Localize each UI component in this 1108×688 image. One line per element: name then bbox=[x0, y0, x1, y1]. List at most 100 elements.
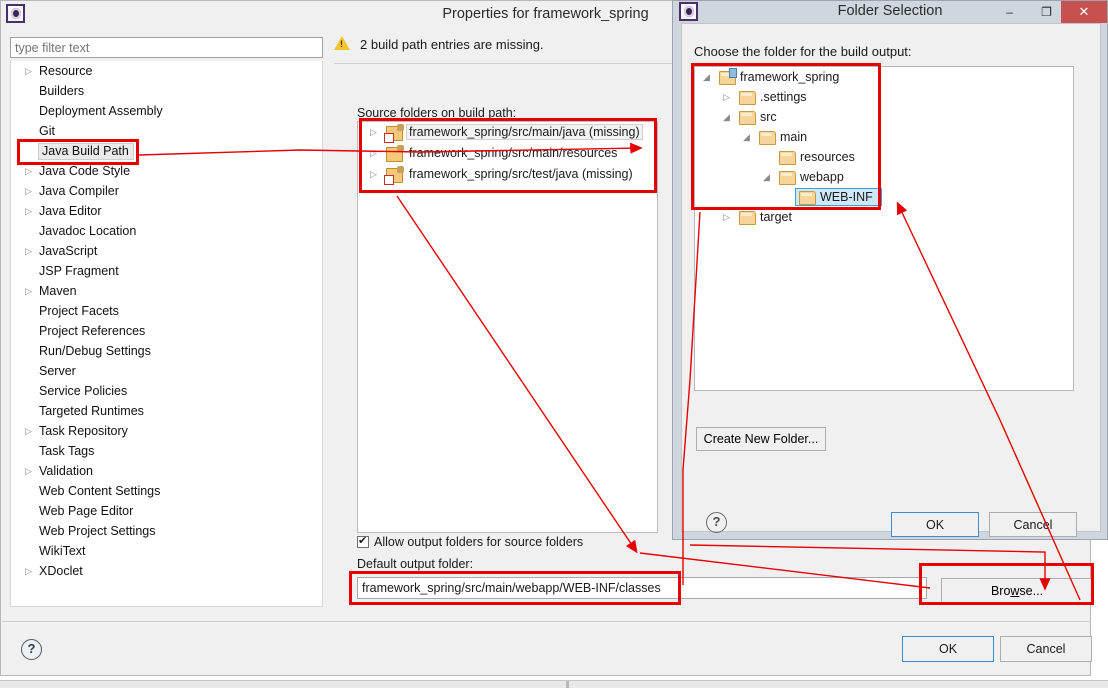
sidebar-item-label: Project Facets bbox=[39, 304, 119, 318]
sidebar-item-service-policies[interactable]: Service Policies bbox=[11, 381, 322, 401]
sidebar-item-label: Builders bbox=[39, 84, 85, 98]
sidebar-item-xdoclet[interactable]: ▷ XDoclet bbox=[11, 561, 322, 581]
sidebar-item-label: Validation bbox=[39, 464, 93, 478]
allow-output-folders-checkbox[interactable]: Allow output folders for source folders bbox=[357, 533, 584, 549]
sidebar-item-maven[interactable]: ▷ Maven bbox=[11, 281, 322, 301]
close-icon[interactable]: ✕ bbox=[1061, 1, 1107, 23]
chevron-right-icon[interactable]: ▷ bbox=[25, 181, 37, 201]
sidebar-item-git[interactable]: Git bbox=[11, 121, 322, 141]
folder-tree-item--settings[interactable]: ▷ .settings bbox=[695, 87, 1073, 107]
maximize-icon[interactable]: ❐ bbox=[1028, 1, 1065, 23]
sidebar-item-web-content-settings[interactable]: Web Content Settings bbox=[11, 481, 322, 501]
sidebar-item-label: Run/Debug Settings bbox=[39, 344, 151, 358]
chevron-right-icon[interactable]: ▷ bbox=[25, 461, 37, 481]
sidebar-item-wikitext[interactable]: WikiText bbox=[11, 541, 322, 561]
help-icon[interactable]: ? bbox=[706, 512, 727, 533]
folder-icon bbox=[739, 111, 756, 125]
chevron-right-icon[interactable]: ▷ bbox=[723, 87, 735, 107]
chevron-down-icon[interactable]: ◢ bbox=[723, 107, 735, 127]
filter-input[interactable] bbox=[10, 37, 323, 58]
folder-tree-item-framework-spring[interactable]: ◢ framework_spring bbox=[695, 67, 1073, 87]
folder-tree-item-webapp[interactable]: ◢ webapp bbox=[695, 167, 1073, 187]
chevron-right-icon[interactable]: ▷ bbox=[370, 122, 377, 143]
folder-tree-item-label: framework_spring bbox=[740, 70, 840, 84]
sidebar-item-task-repository[interactable]: ▷ Task Repository bbox=[11, 421, 322, 441]
folder-tree-item-main[interactable]: ◢ main bbox=[695, 127, 1073, 147]
source-folder-missing-icon bbox=[384, 166, 404, 185]
chevron-right-icon[interactable]: ▷ bbox=[25, 241, 37, 261]
create-new-folder-button[interactable]: Create New Folder... bbox=[696, 427, 826, 451]
source-entry-row[interactable]: ▷ framework_spring/src/test/java (missing… bbox=[358, 164, 657, 185]
chevron-right-icon[interactable]: ▷ bbox=[370, 164, 377, 185]
folder-tree-item-label: .settings bbox=[760, 90, 807, 104]
folder-selection-dialog: Folder Selection – ❐ ✕ Choose the folder… bbox=[672, 0, 1108, 540]
sidebar-item-project-references[interactable]: Project References bbox=[11, 321, 322, 341]
preferences-tree[interactable]: ▷ Resource Builders Deployment Assembly Git J… bbox=[10, 61, 323, 607]
sidebar-item-jsp-fragment[interactable]: JSP Fragment bbox=[11, 261, 322, 281]
folder-dialog-prompt: Choose the folder for the build output: bbox=[694, 44, 912, 59]
chevron-right-icon[interactable]: ▷ bbox=[25, 281, 37, 301]
folder-tree-item-label: webapp bbox=[800, 170, 844, 184]
sidebar-item-project-facets[interactable]: Project Facets bbox=[11, 301, 322, 321]
sidebar-item-web-page-editor[interactable]: Web Page Editor bbox=[11, 501, 322, 521]
source-entry-row[interactable]: ▷ framework_spring/src/main/java (missing… bbox=[358, 122, 657, 143]
chevron-down-icon[interactable]: ◢ bbox=[763, 167, 775, 187]
chevron-down-icon[interactable]: ◢ bbox=[743, 127, 755, 147]
sidebar-item-resource[interactable]: ▷ Resource bbox=[11, 61, 322, 81]
chevron-right-icon[interactable]: ▷ bbox=[370, 143, 377, 164]
default-output-folder-field[interactable] bbox=[357, 577, 927, 599]
cancel-button[interactable]: Cancel bbox=[989, 512, 1077, 537]
sidebar-item-java-editor[interactable]: ▷ Java Editor bbox=[11, 201, 322, 221]
sidebar-item-label: Deployment Assembly bbox=[39, 104, 163, 118]
sidebar-item-java-build-path[interactable]: Java Build Path bbox=[11, 141, 322, 161]
sidebar-item-label: XDoclet bbox=[39, 564, 83, 578]
warning-text: 2 build path entries are missing. bbox=[360, 37, 544, 52]
chevron-down-icon[interactable]: ◢ bbox=[703, 67, 715, 87]
sidebar-item-javadoc-location[interactable]: Javadoc Location bbox=[11, 221, 322, 241]
chevron-right-icon[interactable]: ▷ bbox=[25, 421, 37, 441]
sidebar-item-validation[interactable]: ▷ Validation bbox=[11, 461, 322, 481]
sidebar-item-server[interactable]: Server bbox=[11, 361, 322, 381]
sidebar-item-java-compiler[interactable]: ▷ Java Compiler bbox=[11, 181, 322, 201]
sidebar-item-builders[interactable]: Builders bbox=[11, 81, 322, 101]
folder-icon bbox=[799, 191, 816, 205]
folder-tree-item-web-inf[interactable]: WEB-INF bbox=[695, 187, 1073, 207]
chevron-right-icon[interactable]: ▷ bbox=[25, 61, 37, 81]
sidebar-item-targeted-runtimes[interactable]: Targeted Runtimes bbox=[11, 401, 322, 421]
help-icon[interactable]: ? bbox=[21, 639, 42, 660]
sidebar-item-label: Web Page Editor bbox=[39, 504, 134, 518]
chevron-right-icon[interactable]: ▷ bbox=[723, 207, 735, 227]
sidebar-item-label: Git bbox=[39, 124, 55, 138]
folder-tree-item-target[interactable]: ▷ target bbox=[695, 207, 1073, 227]
sidebar-item-run-debug-settings[interactable]: Run/Debug Settings bbox=[11, 341, 322, 361]
sidebar-item-deployment-assembly[interactable]: Deployment Assembly bbox=[11, 101, 322, 121]
ok-button[interactable]: OK bbox=[902, 636, 994, 662]
project-folder-icon bbox=[719, 68, 737, 85]
folder-tree-item-label: target bbox=[760, 210, 792, 224]
ok-button[interactable]: OK bbox=[891, 512, 979, 537]
cancel-button[interactable]: Cancel bbox=[1000, 636, 1092, 662]
folder-tree[interactable]: ◢ framework_spring ▷ .settings ◢ src ◢ main reso… bbox=[694, 66, 1074, 391]
minimize-icon[interactable]: – bbox=[991, 1, 1028, 23]
sidebar-item-label: Resource bbox=[39, 64, 93, 78]
sidebar-item-label: Javadoc Location bbox=[39, 224, 137, 238]
browse-button[interactable]: Browse... bbox=[941, 578, 1093, 603]
folder-icon bbox=[739, 211, 756, 225]
sidebar-item-web-project-settings[interactable]: Web Project Settings bbox=[11, 521, 322, 541]
allow-output-folders-label: Allow output folders for source folders bbox=[374, 535, 584, 549]
sidebar-item-task-tags[interactable]: Task Tags bbox=[11, 441, 322, 461]
chevron-right-icon[interactable]: ▷ bbox=[25, 201, 37, 221]
source-entry-row[interactable]: ▷ framework_spring/src/main/resources bbox=[358, 143, 657, 164]
source-folders-list[interactable]: ▷ framework_spring/src/main/java (missing… bbox=[357, 121, 658, 533]
sidebar-item-label: Maven bbox=[39, 284, 77, 298]
sidebar-item-label: Targeted Runtimes bbox=[39, 404, 144, 418]
chevron-right-icon[interactable]: ▷ bbox=[25, 561, 37, 581]
sidebar-item-label: Web Project Settings bbox=[39, 524, 156, 538]
default-output-folder-label: Default output folder: bbox=[357, 557, 474, 571]
folder-tree-item-resources[interactable]: resources bbox=[695, 147, 1073, 167]
folder-tree-item-src[interactable]: ◢ src bbox=[695, 107, 1073, 127]
sidebar-item-javascript[interactable]: ▷ JavaScript bbox=[11, 241, 322, 261]
sidebar-item-java-code-style[interactable]: ▷ Java Code Style bbox=[11, 161, 322, 181]
checkbox-box[interactable] bbox=[357, 533, 369, 549]
chevron-right-icon[interactable]: ▷ bbox=[25, 161, 37, 181]
